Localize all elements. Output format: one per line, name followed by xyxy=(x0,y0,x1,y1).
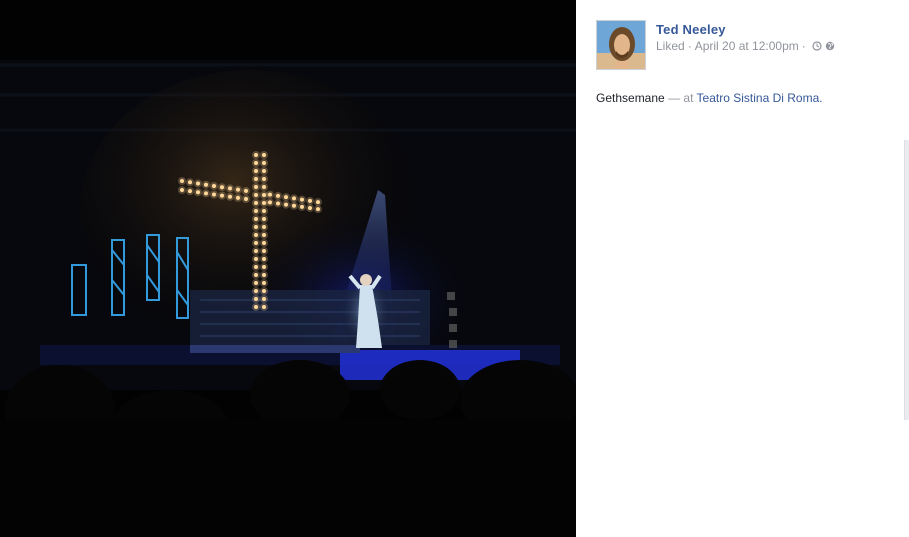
author-name-link[interactable]: Ted Neeley xyxy=(656,21,835,38)
separator: · xyxy=(801,39,806,53)
scrollbar[interactable] xyxy=(904,140,909,420)
separator: · xyxy=(687,39,692,53)
concert-stage-photo xyxy=(0,0,576,537)
clock-icon xyxy=(812,41,822,51)
place-link[interactable]: Teatro Sistina Di Roma. xyxy=(697,91,823,105)
timestamp-link[interactable]: April 20 at 12:00pm xyxy=(695,38,799,54)
post-header: Ted Neeley Liked · April 20 at 12:00pm · xyxy=(596,20,835,70)
at-label: at xyxy=(683,91,694,105)
caption-text: Gethsemane xyxy=(596,91,665,105)
avatar[interactable] xyxy=(596,20,646,70)
liked-label: Liked xyxy=(656,39,685,53)
globe-icon[interactable] xyxy=(825,41,835,51)
post-caption: Gethsemane — at Teatro Sistina Di Roma. xyxy=(596,90,823,106)
post-photo[interactable] xyxy=(0,0,576,537)
caption-dash: — xyxy=(668,91,681,105)
post-details-panel: Ted Neeley Liked · April 20 at 12:00pm ·… xyxy=(576,0,909,537)
